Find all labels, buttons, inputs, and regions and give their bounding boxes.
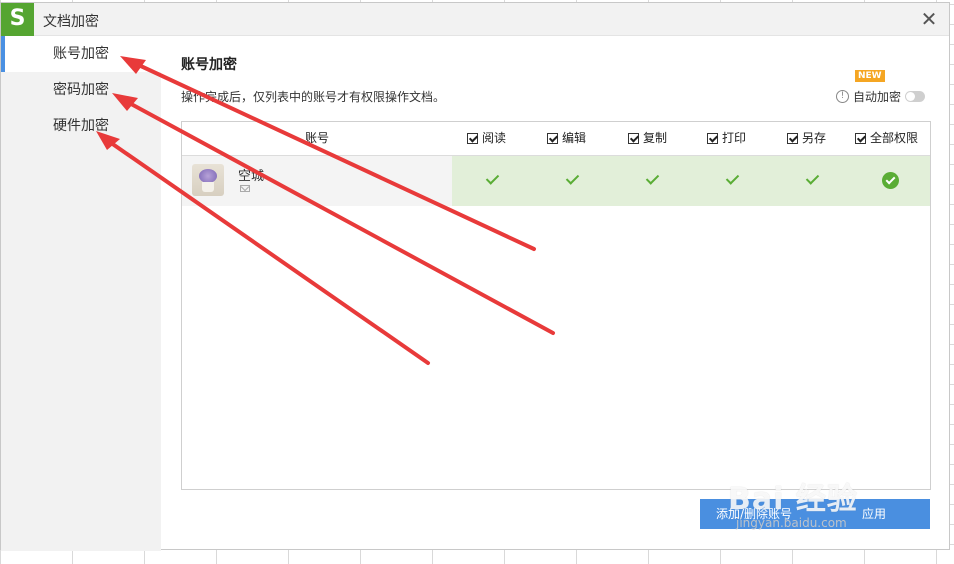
- account-permission-table: 账号 阅读 编辑 复制 打印 另存 全部权限 空城: [181, 121, 931, 490]
- sidebar-item-label: 硬件加密: [53, 118, 109, 134]
- description-text: 操作完成后，仅列表中的账号才有权限操作文档。: [181, 90, 446, 104]
- section-title: 账号加密: [181, 57, 237, 73]
- column-header-edit[interactable]: 编辑: [547, 122, 586, 155]
- column-label: 编辑: [562, 131, 587, 145]
- column-label: 打印: [722, 131, 747, 145]
- column-header-print[interactable]: 打印: [707, 122, 746, 155]
- info-icon[interactable]: !: [836, 90, 849, 103]
- column-header-all-permissions[interactable]: 全部权限: [855, 122, 918, 155]
- column-label: 复制: [643, 131, 668, 145]
- column-header-read[interactable]: 阅读: [467, 122, 506, 155]
- auto-encrypt-toggle[interactable]: [905, 91, 926, 102]
- avatar: [192, 164, 224, 196]
- column-header-copy[interactable]: 复制: [628, 122, 667, 155]
- permission-cells: [452, 156, 930, 206]
- mail-icon: [240, 185, 250, 192]
- add-remove-account-button[interactable]: 添加/删除账号: [716, 499, 792, 529]
- sidebar-item-label: 密码加密: [53, 82, 109, 98]
- checkbox-edit[interactable]: [547, 133, 558, 144]
- checkbox-all-permissions[interactable]: [855, 133, 866, 144]
- read-check-icon[interactable]: [484, 172, 500, 188]
- column-label: 阅读: [482, 131, 507, 145]
- column-label: 全部权限: [870, 131, 919, 145]
- new-badge: NEW: [855, 70, 885, 82]
- close-icon[interactable]: ✕: [917, 6, 941, 32]
- sidebar-item-hardware-encryption[interactable]: 硬件加密: [1, 108, 161, 144]
- sidebar-item-account-encryption[interactable]: 账号加密: [1, 36, 161, 72]
- pot-image: [202, 182, 214, 192]
- column-label: 另存: [802, 131, 827, 145]
- column-header-save-as[interactable]: 另存: [787, 122, 826, 155]
- checkbox-copy[interactable]: [628, 133, 639, 144]
- all-permissions-check-icon[interactable]: [882, 172, 899, 189]
- copy-check-icon[interactable]: [644, 172, 660, 188]
- table-row[interactable]: 空城: [182, 156, 930, 206]
- table-header: 账号 阅读 编辑 复制 打印 另存 全部权限: [182, 122, 930, 156]
- checkbox-read[interactable]: [467, 133, 478, 144]
- wps-logo: S: [1, 3, 34, 36]
- sidebar-item-password-encryption[interactable]: 密码加密: [1, 72, 161, 108]
- checkbox-save-as[interactable]: [787, 133, 798, 144]
- edit-check-icon[interactable]: [564, 172, 580, 188]
- checkbox-print[interactable]: [707, 133, 718, 144]
- sidebar: 账号加密 密码加密 硬件加密: [1, 36, 161, 551]
- auto-encrypt-control: ! 自动加密: [836, 88, 926, 105]
- flower-image: [199, 169, 217, 183]
- print-check-icon[interactable]: [724, 172, 740, 188]
- window-title: 文档加密: [43, 14, 99, 30]
- title-bar: S 文档加密 ✕: [1, 3, 949, 36]
- action-bar: 添加/删除账号 应用: [700, 499, 930, 529]
- column-header-account: 账号: [304, 131, 329, 145]
- document-encryption-dialog: S 文档加密 ✕ 账号加密 密码加密 硬件加密 账号加密 操作完成后，仅列表中的…: [0, 2, 950, 551]
- auto-encrypt-label: 自动加密: [853, 90, 902, 104]
- apply-button[interactable]: 应用: [862, 499, 886, 529]
- account-cell: 空城: [182, 156, 452, 206]
- save-as-check-icon[interactable]: [804, 172, 820, 188]
- sidebar-item-label: 账号加密: [53, 46, 109, 62]
- account-name: 空城: [238, 169, 265, 184]
